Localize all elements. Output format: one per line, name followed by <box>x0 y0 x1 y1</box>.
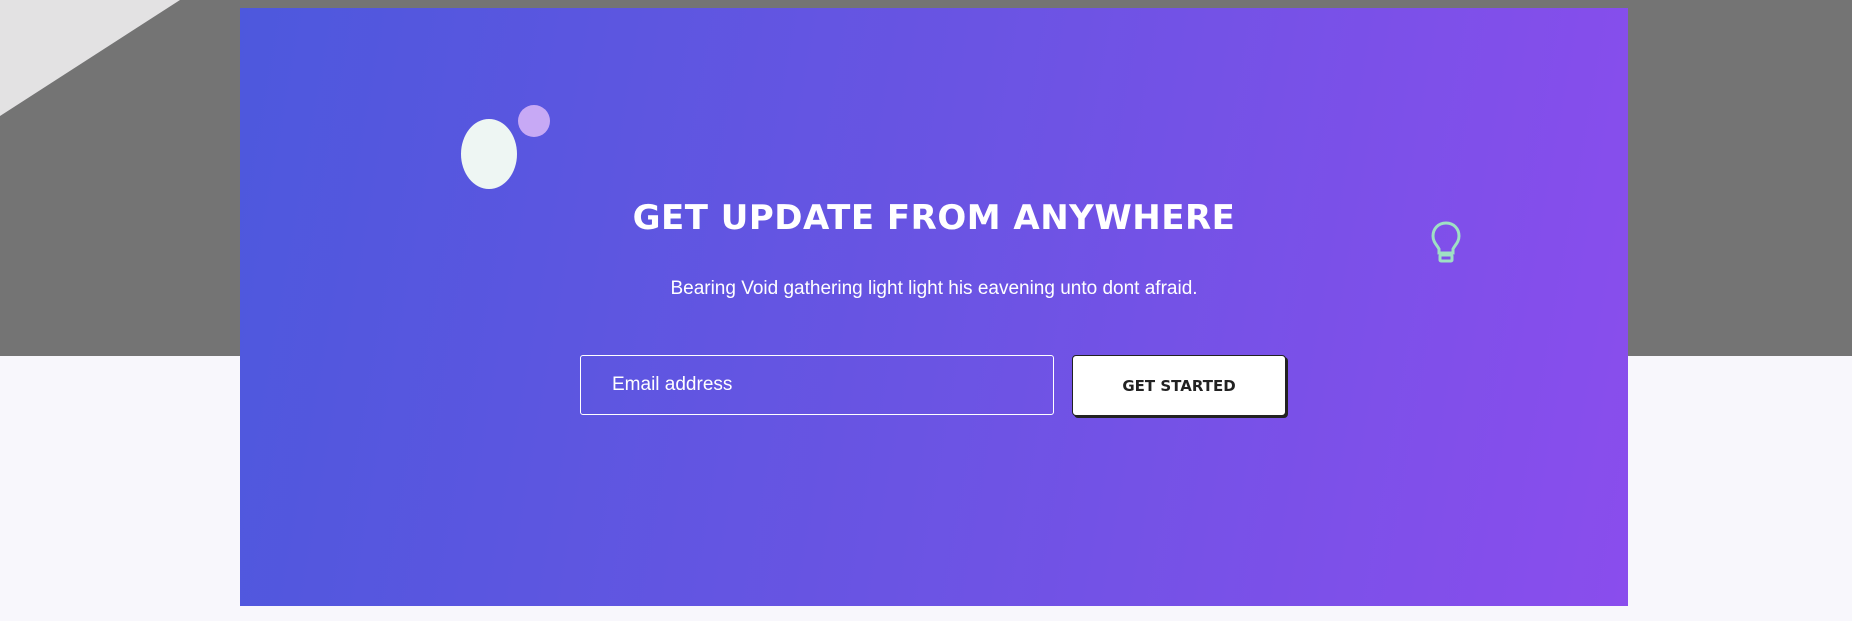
email-field[interactable]: Email address <box>580 355 1054 415</box>
get-started-button[interactable]: GET STARTED <box>1072 355 1286 416</box>
email-placeholder: Email address <box>612 374 733 395</box>
newsletter-subtitle: Bearing Void gathering light light his e… <box>670 278 1198 299</box>
decorative-bubble-large <box>461 119 517 189</box>
newsletter-section: GET UPDATE FROM ANYWHERE Bearing Void ga… <box>240 8 1628 606</box>
newsletter-title: GET UPDATE FROM ANYWHERE <box>632 198 1236 238</box>
decorative-bubble-small <box>518 105 550 137</box>
